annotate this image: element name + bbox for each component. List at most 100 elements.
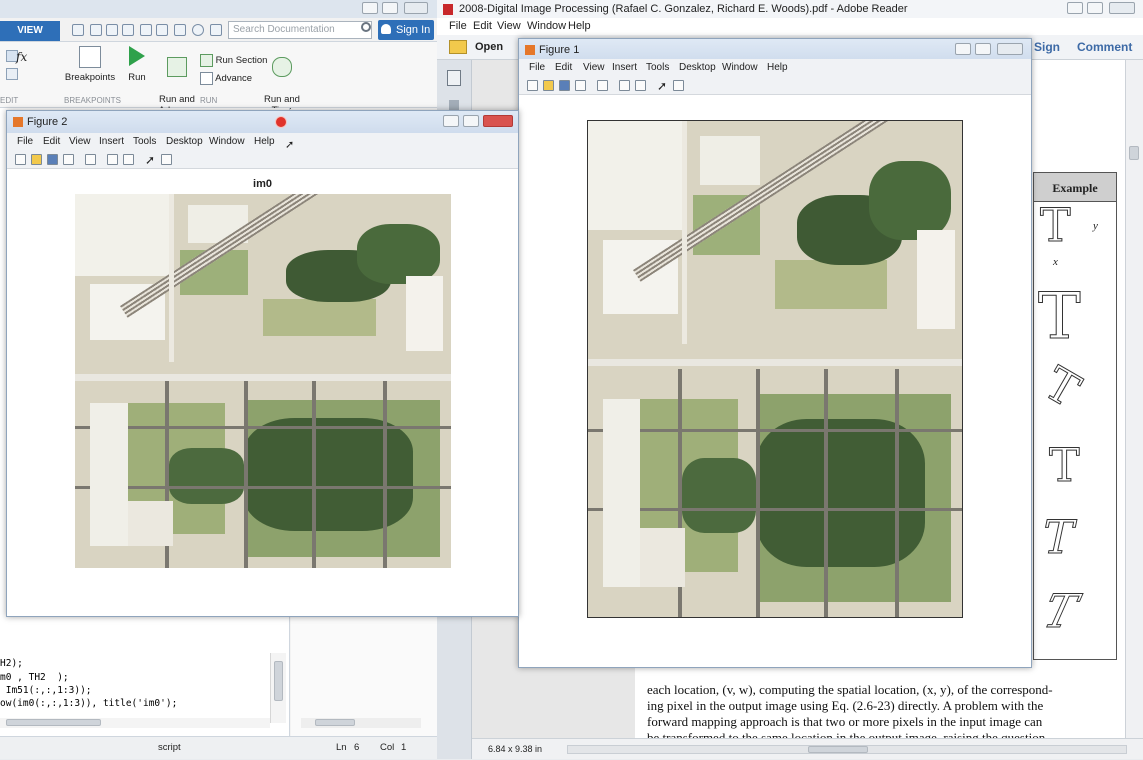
folder-icon[interactable] bbox=[449, 40, 467, 54]
menu-desktop[interactable]: Desktop bbox=[166, 133, 203, 151]
bookmarks-icon[interactable] bbox=[449, 100, 459, 110]
run-button[interactable]: Run bbox=[122, 46, 152, 83]
search-documentation-input[interactable]: Search Documentation bbox=[228, 21, 372, 39]
workspace-scrollbar[interactable] bbox=[301, 718, 421, 728]
scroll-thumb[interactable] bbox=[315, 719, 355, 726]
save-icon[interactable] bbox=[559, 80, 570, 91]
undo-icon[interactable] bbox=[140, 24, 152, 36]
figure-2-title: Figure 2 bbox=[27, 116, 68, 128]
indent-icon[interactable] bbox=[6, 68, 18, 80]
legend-icon[interactable] bbox=[123, 154, 134, 165]
menu-help[interactable]: Help bbox=[568, 18, 591, 35]
menu-insert[interactable]: Insert bbox=[99, 133, 124, 151]
run-and-time-button[interactable]: Run and Time bbox=[262, 46, 302, 116]
street bbox=[588, 507, 962, 511]
help-icon[interactable] bbox=[192, 24, 204, 36]
scroll-thumb[interactable] bbox=[1129, 146, 1139, 160]
copy-icon[interactable] bbox=[106, 24, 118, 36]
maximize-button[interactable] bbox=[463, 115, 479, 127]
print-icon[interactable] bbox=[63, 154, 74, 165]
plot-tools-icon[interactable] bbox=[673, 80, 684, 91]
colorbar-icon[interactable] bbox=[619, 80, 630, 91]
axis-label-y: y bbox=[1093, 220, 1098, 232]
building-block bbox=[588, 121, 686, 231]
colorbar-icon[interactable] bbox=[107, 154, 118, 165]
menu-window[interactable]: Window bbox=[209, 133, 245, 151]
run-section-button[interactable]: Run Section bbox=[200, 54, 267, 67]
function-icon[interactable]: fx bbox=[16, 50, 27, 64]
adobe-logo-icon bbox=[443, 4, 453, 15]
paste-icon[interactable] bbox=[122, 24, 134, 36]
menu-file[interactable]: File bbox=[17, 133, 33, 151]
pointer-icon[interactable]: ➚ bbox=[145, 153, 155, 167]
maximize-button[interactable] bbox=[1087, 2, 1103, 14]
close-button[interactable] bbox=[997, 43, 1023, 55]
minimize-button[interactable] bbox=[362, 2, 378, 14]
minimize-button[interactable] bbox=[443, 115, 459, 127]
sign-button[interactable]: Sign bbox=[1034, 40, 1060, 54]
minimize-button[interactable] bbox=[1067, 2, 1083, 14]
menu-view[interactable]: View bbox=[497, 18, 521, 35]
pdf-vertical-scrollbar[interactable] bbox=[1125, 60, 1143, 738]
link-plot-icon[interactable] bbox=[597, 80, 608, 91]
pdf-horizontal-scrollbar[interactable] bbox=[567, 745, 1127, 754]
menu-window[interactable]: Window bbox=[527, 18, 566, 35]
print-icon[interactable] bbox=[575, 80, 586, 91]
scroll-thumb[interactable] bbox=[274, 661, 283, 701]
new-figure-icon[interactable] bbox=[527, 80, 538, 91]
code-line: Im51(:,:,1:3)); bbox=[0, 685, 92, 696]
menu-insert[interactable]: Insert bbox=[612, 59, 637, 77]
breakpoints-button[interactable]: Breakpoints bbox=[62, 46, 118, 83]
search-icon[interactable] bbox=[361, 22, 371, 32]
transform-example-scaling: T bbox=[1038, 280, 1082, 355]
link-plot-icon[interactable] bbox=[85, 154, 96, 165]
page-size-label: 6.84 x 9.38 in bbox=[488, 744, 543, 754]
scroll-thumb[interactable] bbox=[6, 719, 101, 726]
open-file-icon[interactable] bbox=[31, 154, 42, 165]
minimize-button[interactable] bbox=[955, 43, 971, 55]
menu-help[interactable]: Help bbox=[767, 59, 788, 77]
pointer-icon[interactable]: ➚ bbox=[657, 79, 667, 93]
menu-help[interactable]: Help bbox=[254, 133, 275, 151]
menu-view[interactable]: View bbox=[69, 133, 91, 151]
axes-title: im0 bbox=[253, 178, 272, 190]
scroll-thumb[interactable] bbox=[808, 746, 868, 753]
legend-icon[interactable] bbox=[635, 80, 646, 91]
menu-view[interactable]: View bbox=[583, 59, 605, 77]
save-icon[interactable] bbox=[72, 24, 84, 36]
save-icon[interactable] bbox=[47, 154, 58, 165]
layout-icon[interactable] bbox=[210, 24, 222, 36]
run-and-advance-button[interactable]: Run and Advance bbox=[156, 46, 198, 116]
cut-icon[interactable] bbox=[90, 24, 102, 36]
run-time-icon bbox=[272, 57, 292, 77]
figure-2-titlebar[interactable]: Figure 2 bbox=[7, 111, 518, 133]
menu-desktop[interactable]: Desktop bbox=[679, 59, 716, 77]
open-file-icon[interactable] bbox=[543, 80, 554, 91]
menu-file[interactable]: File bbox=[449, 18, 467, 35]
switch-windows-icon[interactable] bbox=[174, 24, 186, 36]
bell-icon bbox=[381, 24, 391, 34]
editor-horizontal-scrollbar[interactable] bbox=[0, 718, 270, 728]
page-thumbnails-icon[interactable] bbox=[447, 70, 461, 86]
tab-view[interactable]: VIEW bbox=[0, 21, 60, 41]
menu-edit[interactable]: Edit bbox=[43, 133, 60, 151]
menu-tools[interactable]: Tools bbox=[646, 59, 669, 77]
redo-icon[interactable] bbox=[156, 24, 168, 36]
menu-tools[interactable]: Tools bbox=[133, 133, 156, 151]
new-figure-icon[interactable] bbox=[15, 154, 26, 165]
menu-window[interactable]: Window bbox=[722, 59, 758, 77]
close-button[interactable] bbox=[1109, 2, 1135, 14]
plot-tools-icon[interactable] bbox=[161, 154, 172, 165]
editor-vertical-scrollbar[interactable] bbox=[270, 653, 286, 723]
close-button[interactable] bbox=[483, 115, 513, 127]
close-button[interactable] bbox=[404, 2, 428, 14]
open-button[interactable]: Open bbox=[475, 41, 503, 53]
comment-button[interactable]: Comment bbox=[1077, 40, 1132, 54]
maximize-button[interactable] bbox=[382, 2, 398, 14]
figure-1-titlebar[interactable]: Figure 1 bbox=[519, 39, 1031, 61]
menu-edit[interactable]: Edit bbox=[555, 59, 572, 77]
advance-button[interactable]: Advance bbox=[200, 72, 252, 85]
menu-file[interactable]: File bbox=[529, 59, 545, 77]
menu-edit[interactable]: Edit bbox=[473, 18, 492, 35]
maximize-button[interactable] bbox=[975, 43, 991, 55]
